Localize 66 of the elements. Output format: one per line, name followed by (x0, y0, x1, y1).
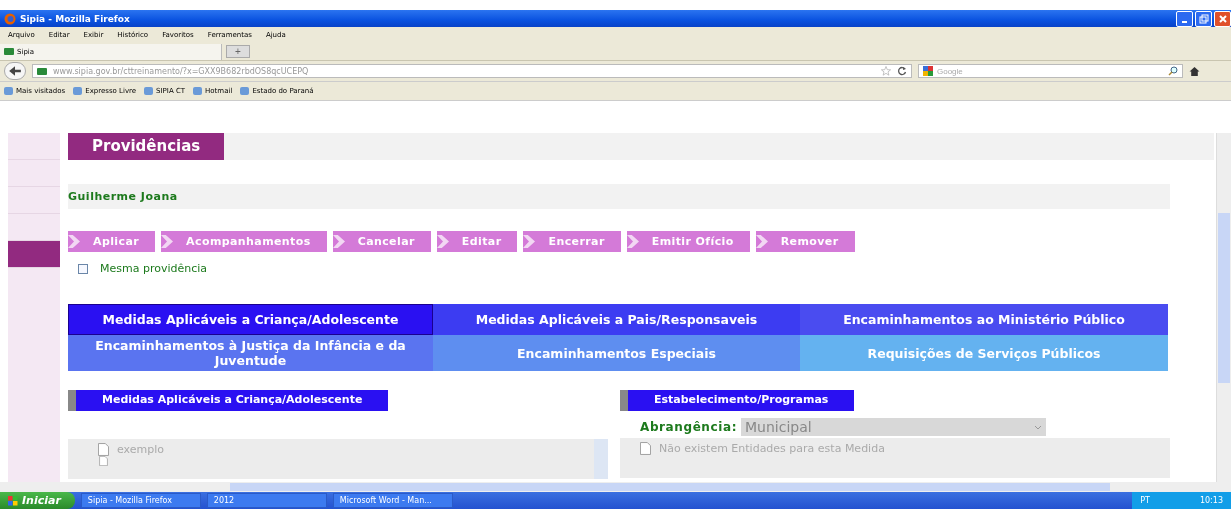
category-tab[interactable]: Encaminhamentos Especiais (433, 335, 800, 371)
document-icon (640, 442, 651, 455)
panel-heading: Medidas Aplicáveis a Criança/Adolescente (76, 390, 389, 411)
category-tab[interactable]: Encaminhamentos ao Ministério Público (800, 304, 1168, 335)
category-tab[interactable]: Medidas Aplicáveis a Criança/Adolescente (68, 304, 433, 335)
page-title: Providências (68, 133, 225, 160)
restore-button[interactable] (1195, 10, 1212, 27)
taskbar-button[interactable]: Sipia - Mozilla Firefox (80, 493, 201, 508)
window-title: Sipia - Mozilla Firefox (20, 13, 130, 24)
chevron-icon (755, 235, 768, 248)
action-button[interactable]: Encerrar (523, 231, 621, 252)
horizontal-scrollbar[interactable] (0, 482, 1231, 492)
google-logo-icon (923, 66, 933, 76)
action-button[interactable]: Remover (755, 231, 855, 252)
category-tab[interactable]: Requisições de Serviços Públicos (800, 335, 1168, 371)
person-name: Guilherme Joana (68, 184, 1170, 209)
site-favicon-icon (4, 48, 14, 55)
action-button[interactable]: Editar (436, 231, 518, 252)
address-field[interactable]: www.sipia.gov.br/cttreinamento/?x=GXX9B682rbdOS8qcUCEPQ (32, 64, 912, 78)
taskbar-button[interactable]: 2012 (206, 493, 327, 508)
language-indicator[interactable]: PT (1140, 496, 1150, 505)
site-favicon-icon (37, 67, 47, 75)
document-icon (98, 443, 109, 456)
star-icon[interactable] (881, 66, 891, 76)
home-icon[interactable] (1189, 65, 1200, 77)
minimize-button[interactable] (1176, 10, 1193, 27)
chevron-icon (68, 235, 80, 248)
new-tab-button[interactable]: + (226, 45, 250, 58)
panel-heading: Estabelecimento/Programas (628, 390, 855, 411)
caret-icon (1034, 424, 1043, 430)
minimize-icon (1182, 20, 1187, 23)
category-tab[interactable]: Encaminhamentos à Justiça da Infância e da Juventude (68, 335, 433, 371)
heading-marker (620, 390, 628, 411)
back-arrow-icon (8, 65, 22, 77)
heading-marker (68, 390, 76, 411)
category-tab[interactable]: Medidas Aplicáveis a Pais/Responsaveis (433, 304, 800, 335)
clock: 10:13 (1199, 496, 1223, 505)
action-button[interactable]: Aplicar (68, 231, 156, 252)
taskbar-button[interactable]: Microsoft Word - Man... (332, 493, 453, 508)
action-button[interactable]: Emitir Ofício (626, 231, 750, 252)
windows-logo-icon (8, 495, 18, 506)
search-icon[interactable] (1168, 66, 1178, 76)
scope-label: Abrangência: (640, 420, 738, 434)
action-button[interactable]: Cancelar (332, 231, 431, 252)
chevron-icon (332, 235, 345, 248)
chevron-icon (626, 235, 639, 248)
chevron-icon (523, 235, 536, 248)
back-button[interactable] (4, 62, 26, 80)
close-button[interactable] (1214, 10, 1231, 27)
checkbox-label: Mesma providência (100, 262, 208, 275)
scrollbar[interactable] (594, 439, 608, 479)
reload-icon[interactable] (897, 66, 907, 76)
scope-dropdown[interactable]: Municipal (741, 418, 1047, 436)
action-button[interactable]: Acompanhamentos (161, 231, 327, 252)
chevron-icon (436, 235, 449, 248)
checkbox[interactable] (78, 263, 88, 274)
start-button[interactable]: Iniciar (0, 492, 75, 509)
document-icon (98, 456, 109, 466)
search-box[interactable]: Google (918, 64, 1183, 78)
close-icon (1217, 13, 1228, 24)
chevron-icon (161, 235, 174, 248)
tree-item[interactable]: exemplo (117, 443, 164, 456)
firefox-logo-icon (4, 12, 16, 25)
sidebar-item[interactable] (8, 241, 60, 268)
restore-icon (1198, 13, 1209, 24)
vertical-scrollbar[interactable] (1216, 133, 1231, 482)
